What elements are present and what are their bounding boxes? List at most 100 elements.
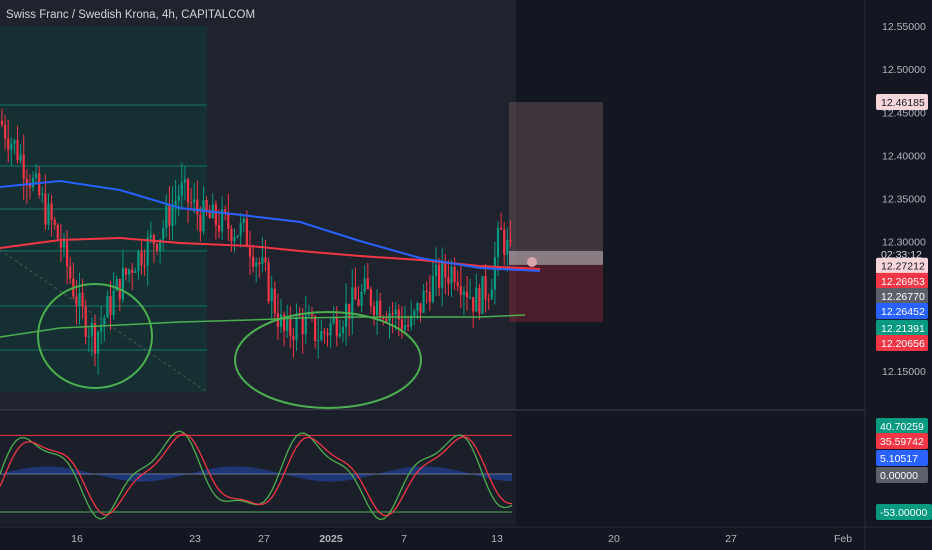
price-tick-label: 12.35000 [882,194,926,206]
candle-body [69,266,72,279]
price-tick-label: 12.15000 [882,366,926,378]
oscillator-label-text: 40.70259 [880,421,924,433]
oscillator-label-text: 0.00000 [880,470,918,482]
candle-body [422,290,425,313]
oscillator-label-text: 35.59742 [880,436,924,448]
candle-body [345,303,348,327]
candle-body [193,199,196,203]
candle-body [407,324,410,327]
candle-body [419,303,422,313]
candle-body [428,291,431,302]
candle-body [180,182,183,196]
candle-body [444,262,447,278]
candle-body [450,266,453,284]
price-label-text: 12.26770 [881,291,925,303]
candle-body [273,288,276,314]
candle-body [84,306,87,337]
candle-body [413,310,416,316]
candle-body [171,206,174,226]
candle-body [62,239,66,248]
candle-body [416,303,419,311]
candle-body [363,278,366,292]
candle-body [41,194,44,196]
candle-body [472,297,475,312]
candle-body [338,333,341,337]
candle-body [496,227,500,258]
candle-body [438,264,441,288]
candle-body [292,336,295,340]
candle-body [456,281,459,287]
candle-body [155,244,159,251]
candle-body [431,275,434,302]
time-tick-label: Feb [834,533,852,545]
candle-body [196,199,199,215]
candle-body [124,268,128,275]
candle-body [165,205,168,229]
time-tick-label: 27 [258,533,270,545]
candle-body [19,154,22,161]
candle-body [252,256,255,267]
candle-body [484,276,487,300]
position-target-zone[interactable] [509,102,603,265]
time-tick-label: 7 [401,533,407,545]
price-label-text: 12.26953 [881,276,925,288]
candle-body [152,235,155,245]
candle-body [199,214,202,232]
candle-body [78,292,81,307]
position-stop-zone[interactable] [509,264,603,322]
candle-body [379,300,382,319]
candle-body [168,205,171,226]
candle-body [506,239,509,255]
candle-body [4,124,7,139]
candle-body [369,289,372,307]
candle-body [289,318,292,337]
time-tick-label: 20 [608,533,620,545]
candle-body [248,246,252,257]
candle-body [121,268,124,300]
candle-body [403,324,407,330]
price-label-text: 12.20656 [881,338,925,350]
chart-title: Swiss Franc / Swedish Krona, 4h, CAPITAL… [6,9,256,21]
candle-body [475,287,478,312]
candle-body [149,235,152,238]
time-tick-label: 27 [725,533,737,545]
candle-body [465,291,469,298]
candle-body [25,178,28,184]
candle-body [481,276,484,314]
candle-body [233,237,236,242]
position-entry-bar[interactable] [509,250,603,265]
candle-body [493,257,496,290]
candle-body [186,179,190,203]
candle-body [270,288,273,302]
candle-body [10,143,13,150]
candle-body [245,218,248,247]
candle-body [462,291,465,295]
candle-body [397,309,400,320]
oscillator-label-text: 5.10517 [880,453,918,465]
time-tick-label: 23 [189,533,201,545]
time-tick-label: 16 [71,533,83,545]
candle-body [310,314,314,317]
candle-body [35,173,38,178]
candle-body [434,264,438,276]
candle-body [109,296,112,315]
candle-body [267,262,270,302]
candle-body [341,326,345,334]
candle-body [335,316,338,337]
price-label-text: 12.27212 [881,261,925,273]
candle-body [425,290,428,292]
price-label-text: 12.26452 [881,306,925,318]
chart-canvas[interactable]: -40.00000 12.5500012.5000012.4500012.400… [0,0,932,550]
candle-body [487,299,490,301]
candle-body [500,227,503,230]
candle-body [261,257,264,265]
candle-body [258,262,261,265]
candle-body [16,140,19,161]
candle-body [174,200,177,207]
candle-body [441,262,444,288]
candle-body [112,290,115,315]
alert-icon[interactable] [527,257,537,267]
candle-body [264,257,267,263]
candle-body [382,318,385,320]
candle-body [13,140,16,144]
